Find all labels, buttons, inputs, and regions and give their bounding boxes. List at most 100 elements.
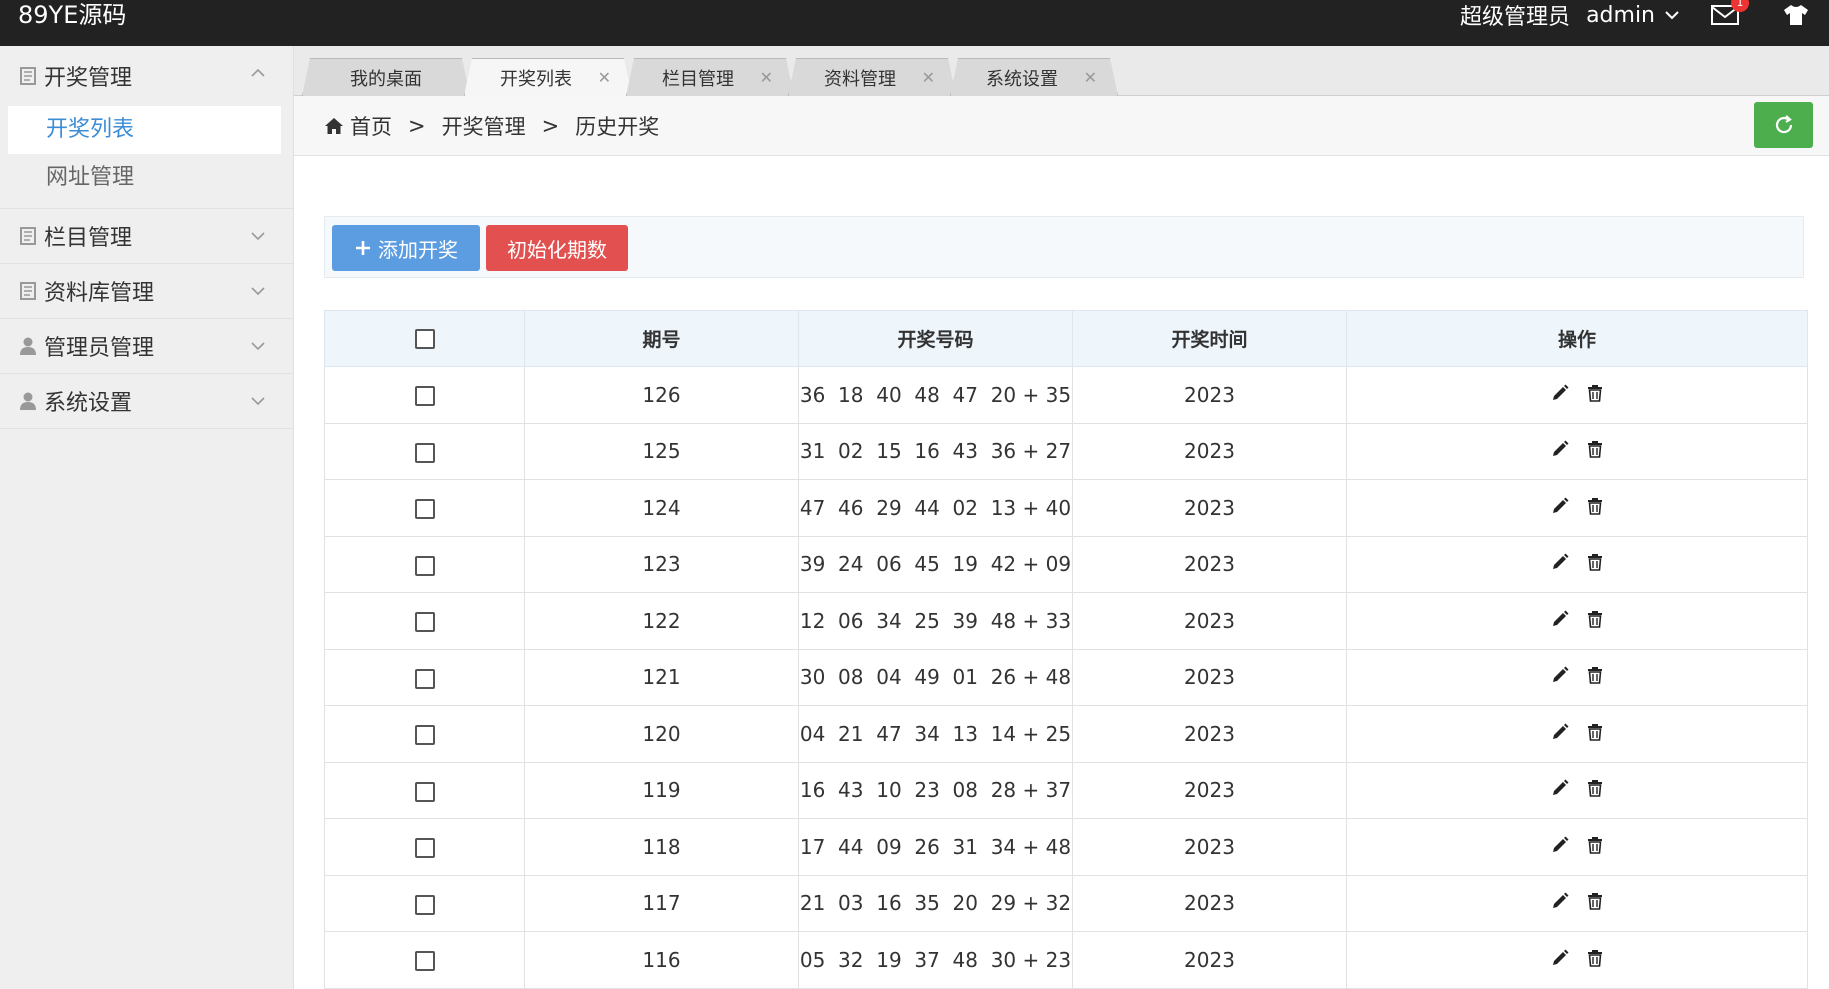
- row-checkbox[interactable]: [414, 668, 435, 689]
- close-icon[interactable]: ✕: [922, 68, 935, 87]
- delete-button[interactable]: [1587, 440, 1603, 459]
- tab-label: 我的桌面: [350, 68, 422, 90]
- cell-issue: 126: [524, 366, 799, 424]
- sidebar-item-lottery[interactable]: 开奖管理: [0, 46, 293, 106]
- tab-label: 资料管理: [824, 68, 896, 90]
- edit-button[interactable]: [1551, 892, 1569, 910]
- sidebar-subitem-lottery-list[interactable]: 开奖列表: [8, 106, 281, 154]
- cell-time: 2023: [1072, 592, 1347, 650]
- cell-time: 2023: [1072, 648, 1347, 706]
- delete-button[interactable]: [1587, 610, 1603, 628]
- row-select-cell: [324, 535, 525, 593]
- edit-button[interactable]: [1551, 553, 1569, 571]
- tab-columns[interactable]: 栏目管理 ✕: [626, 58, 794, 96]
- plus-icon: [356, 241, 370, 255]
- edit-button[interactable]: [1551, 440, 1569, 458]
- delete-button[interactable]: [1587, 892, 1603, 911]
- sidebar-subitem-url-manage[interactable]: 网址管理: [8, 154, 281, 202]
- delete-button[interactable]: [1587, 384, 1603, 402]
- sidebar: 开奖管理 开奖列表 网址管理 栏目管理 资料库管理 管理员管理 系统设置: [0, 46, 294, 989]
- row-checkbox[interactable]: [414, 386, 435, 407]
- edit-button[interactable]: [1551, 384, 1569, 402]
- top-right-area: 超级管理员 admin 1: [1460, 0, 1829, 30]
- user-icon: [20, 337, 36, 355]
- row-checkbox[interactable]: [414, 725, 435, 746]
- delete-button[interactable]: [1587, 497, 1603, 515]
- header-actions: 操作: [1346, 310, 1808, 367]
- tab-label: 开奖列表: [500, 68, 572, 90]
- add-lottery-button[interactable]: 添加开奖: [332, 225, 480, 271]
- init-periods-button[interactable]: 初始化期数: [486, 225, 628, 271]
- edit-button[interactable]: [1551, 610, 1569, 628]
- sidebar-item-library[interactable]: 资料库管理: [0, 264, 293, 319]
- cell-time: 2023: [1072, 705, 1347, 763]
- row-checkbox[interactable]: [414, 838, 435, 859]
- edit-button[interactable]: [1551, 497, 1569, 515]
- table-row: 122 12 06 34 25 39 48 + 33 2023: [324, 592, 1808, 650]
- pencil-icon: [1553, 440, 1569, 457]
- close-icon[interactable]: ✕: [760, 68, 773, 87]
- close-icon[interactable]: ✕: [1084, 68, 1097, 87]
- trash-icon: [1588, 949, 1602, 967]
- breadcrumb-level1[interactable]: 开奖管理: [442, 111, 526, 141]
- row-checkbox[interactable]: [414, 951, 435, 972]
- cell-actions: [1346, 705, 1808, 763]
- cell-actions: [1346, 479, 1808, 537]
- tab-materials[interactable]: 资料管理 ✕: [788, 58, 956, 96]
- breadcrumb-home[interactable]: 首页: [350, 111, 392, 141]
- sidebar-item-label: 资料库管理: [44, 281, 155, 306]
- row-checkbox[interactable]: [414, 612, 435, 633]
- delete-button[interactable]: [1587, 779, 1603, 798]
- row-checkbox[interactable]: [414, 894, 435, 915]
- pencil-icon: [1553, 836, 1569, 852]
- cell-numbers: 12 06 34 25 39 48 + 33: [798, 592, 1073, 650]
- chevron-down-icon[interactable]: [1663, 6, 1681, 24]
- row-checkbox[interactable]: [414, 499, 435, 520]
- trash-icon: [1588, 610, 1602, 628]
- refresh-icon: [1775, 115, 1792, 134]
- skin-shirt-icon[interactable]: [1783, 4, 1809, 26]
- sidebar-item-columns[interactable]: 栏目管理: [0, 209, 293, 264]
- row-checkbox[interactable]: [414, 555, 435, 576]
- tab-desktop[interactable]: 我的桌面: [302, 58, 470, 96]
- tab-lottery-list[interactable]: 开奖列表 ✕: [464, 58, 632, 96]
- header-issue: 期号: [524, 310, 799, 367]
- sidebar-item-label: 管理员管理: [44, 336, 155, 361]
- edit-button[interactable]: [1551, 723, 1569, 741]
- delete-button[interactable]: [1587, 949, 1603, 967]
- tab-settings[interactable]: 系统设置 ✕: [950, 58, 1118, 96]
- sidebar-item-settings[interactable]: 系统设置: [0, 374, 293, 429]
- user-menu[interactable]: admin: [1586, 3, 1655, 28]
- breadcrumb: 首页 > 开奖管理 > 历史开奖: [294, 96, 1829, 156]
- delete-button[interactable]: [1587, 666, 1603, 685]
- cell-time: 2023: [1072, 874, 1347, 932]
- edit-button[interactable]: [1551, 836, 1569, 854]
- pencil-icon: [1553, 723, 1569, 739]
- delete-button[interactable]: [1587, 723, 1603, 741]
- table-header-row: 期号 开奖号码 开奖时间 操作: [324, 310, 1808, 367]
- trash-icon: [1588, 667, 1602, 685]
- edit-button[interactable]: [1551, 949, 1569, 967]
- row-checkbox[interactable]: [414, 781, 435, 802]
- row-checkbox[interactable]: [414, 442, 435, 463]
- edit-button[interactable]: [1551, 666, 1569, 684]
- cell-actions: [1346, 761, 1808, 819]
- brand-logo[interactable]: 89YE源码: [18, 0, 126, 30]
- breadcrumb-separator: >: [408, 113, 426, 138]
- init-periods-label: 初始化期数: [507, 237, 607, 262]
- cell-numbers: 39 24 06 45 19 42 + 09: [798, 535, 1073, 593]
- mail-button[interactable]: 1: [1711, 0, 1749, 26]
- sidebar-item-admins[interactable]: 管理员管理: [0, 319, 293, 374]
- table-row: 125 31 02 15 16 43 36 + 27 2023: [324, 422, 1808, 480]
- cell-actions: [1346, 648, 1808, 706]
- edit-button[interactable]: [1551, 779, 1569, 797]
- row-select-cell: [324, 818, 525, 876]
- trash-icon: [1588, 780, 1602, 798]
- delete-button[interactable]: [1587, 553, 1603, 572]
- close-icon[interactable]: ✕: [598, 68, 611, 87]
- delete-button[interactable]: [1587, 836, 1603, 854]
- table-row: 119 16 43 10 23 08 28 + 37 2023: [324, 761, 1808, 819]
- refresh-button[interactable]: [1754, 102, 1813, 148]
- select-all-checkbox[interactable]: [414, 329, 435, 349]
- cell-actions: [1346, 874, 1808, 932]
